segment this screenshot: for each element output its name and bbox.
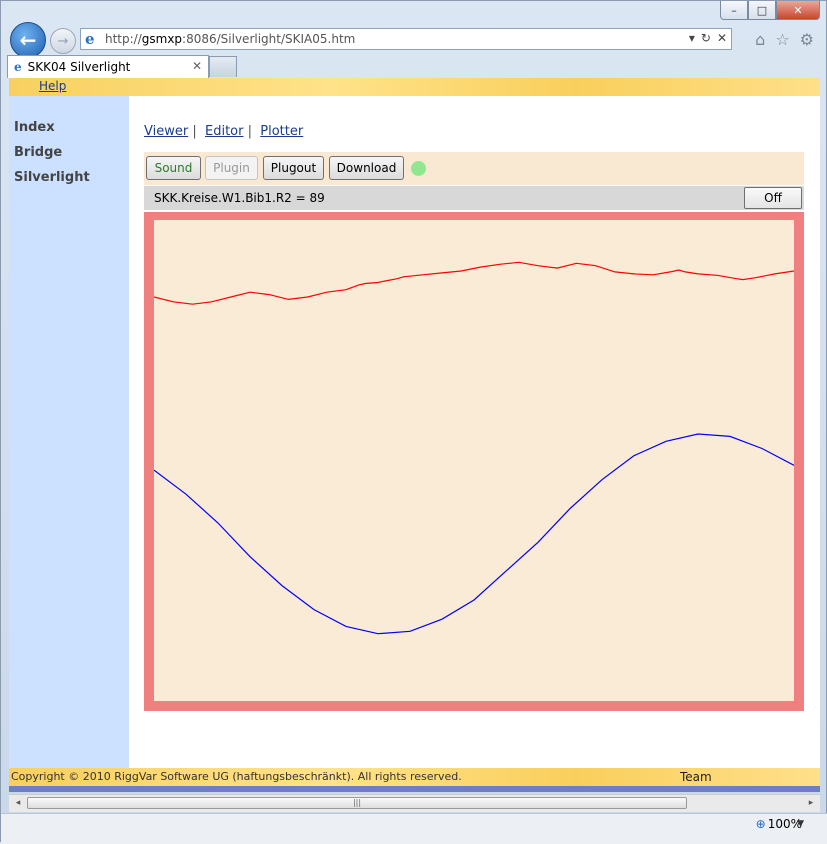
sidebar-item-bridge[interactable]: Bridge bbox=[14, 145, 62, 160]
status-text: SKK.Kreise.W1.Bib1.R2 = 89 bbox=[154, 191, 325, 205]
plot-canvas bbox=[154, 220, 794, 701]
plot-frame bbox=[144, 212, 804, 711]
url-path: :8086/Silverlight/SKIA05.htm bbox=[182, 32, 356, 46]
ie-logo-icon: e bbox=[85, 30, 95, 48]
footer: Copyright © 2010 RiggVar Software UG (ha… bbox=[9, 768, 820, 786]
minimize-button[interactable]: – bbox=[720, 1, 748, 20]
maximize-button[interactable]: □ bbox=[748, 1, 776, 20]
sidebar-item-silverlight[interactable]: Silverlight bbox=[14, 170, 90, 185]
zoom-dropdown-icon[interactable]: ▼ bbox=[797, 819, 804, 829]
back-button[interactable]: ← bbox=[10, 22, 46, 58]
status-bar: ⊕ 100% ▼ bbox=[1, 813, 827, 844]
browser-toolbar-icons: ⌂ ☆ ⚙ bbox=[755, 30, 814, 49]
new-tab-button[interactable] bbox=[209, 56, 237, 77]
main-area: Viewer | Editor | Plotter Sound Plugin P… bbox=[129, 96, 820, 768]
navigation-bar: ← → e http://gsmxp:8086/Silverlight/SKIA… bbox=[1, 19, 827, 59]
viewer-link[interactable]: Viewer bbox=[144, 124, 188, 139]
copyright-text: Copyright © 2010 RiggVar Software UG (ha… bbox=[11, 770, 462, 783]
sidebar-item-index[interactable]: Index bbox=[14, 120, 55, 135]
scroll-left-icon[interactable]: ◂ bbox=[11, 796, 25, 810]
editor-link[interactable]: Editor bbox=[205, 124, 243, 139]
browser-window: – □ ✕ ← → e http://gsmxp:8086/Silverligh… bbox=[0, 0, 827, 844]
tab-close-icon[interactable]: ✕ bbox=[192, 59, 202, 73]
stop-icon[interactable]: ✕ bbox=[717, 31, 727, 45]
url-scheme: http:// bbox=[105, 32, 142, 46]
close-window-button[interactable]: ✕ bbox=[776, 1, 820, 20]
help-link[interactable]: Help bbox=[39, 79, 66, 93]
forward-button[interactable]: → bbox=[50, 28, 76, 54]
tab-title: SKK04 Silverlight bbox=[27, 60, 131, 74]
address-dropdown-icon[interactable]: ▾ bbox=[689, 31, 695, 45]
horizontal-scrollbar[interactable]: ◂ ||| ▸ bbox=[9, 794, 820, 812]
menu-band: Help bbox=[9, 78, 820, 96]
tab-ie-icon: e bbox=[14, 60, 22, 74]
tab-skk04[interactable]: e SKK04 Silverlight ✕ bbox=[7, 55, 209, 78]
link-separator: | bbox=[192, 124, 197, 139]
series-line-2 bbox=[154, 433, 794, 635]
value-status-bar: SKK.Kreise.W1.Bib1.R2 = 89 Off bbox=[144, 186, 804, 210]
download-button[interactable]: Download bbox=[329, 156, 404, 180]
footer-stripe bbox=[9, 786, 820, 792]
refresh-icon[interactable]: ↻ bbox=[701, 31, 711, 45]
scroll-right-icon[interactable]: ▸ bbox=[804, 796, 818, 810]
sidebar: Index Bridge Silverlight bbox=[9, 96, 129, 768]
off-button[interactable]: Off bbox=[744, 187, 802, 209]
back-arrow-icon: ← bbox=[19, 28, 37, 52]
home-icon[interactable]: ⌂ bbox=[755, 30, 765, 49]
series-line-1 bbox=[154, 261, 794, 305]
plugin-toolbar: Sound Plugin Plugout Download bbox=[144, 152, 804, 185]
address-tools: ▾ ↻ ✕ bbox=[689, 31, 727, 45]
status-led bbox=[411, 161, 426, 176]
url-host: gsmxp bbox=[141, 32, 183, 46]
favorites-icon[interactable]: ☆ bbox=[775, 30, 789, 49]
plotter-link[interactable]: Plotter bbox=[260, 124, 303, 139]
window-controls: – □ ✕ bbox=[720, 1, 820, 20]
scroll-thumb[interactable]: ||| bbox=[27, 797, 687, 809]
plugin-button[interactable]: Plugin bbox=[205, 156, 258, 180]
forward-arrow-icon: → bbox=[57, 33, 69, 49]
link-separator: | bbox=[247, 124, 253, 139]
page-content: Help Index Bridge Silverlight Viewer | E… bbox=[9, 78, 820, 792]
address-bar[interactable]: e http://gsmxp:8086/Silverlight/SKIA05.h… bbox=[80, 28, 732, 50]
plugout-button[interactable]: Plugout bbox=[263, 156, 324, 180]
view-links: Viewer | Editor | Plotter bbox=[144, 124, 303, 139]
team-link[interactable]: Team bbox=[680, 770, 712, 784]
address-url[interactable]: http://gsmxp:8086/Silverlight/SKIA05.htm bbox=[105, 32, 355, 46]
tab-row: e SKK04 Silverlight ✕ bbox=[1, 55, 827, 79]
zoom-icon: ⊕ bbox=[755, 817, 766, 831]
zoom-level[interactable]: ⊕ 100% bbox=[756, 817, 802, 831]
sound-button[interactable]: Sound bbox=[146, 156, 201, 180]
tools-gear-icon[interactable]: ⚙ bbox=[800, 30, 814, 49]
